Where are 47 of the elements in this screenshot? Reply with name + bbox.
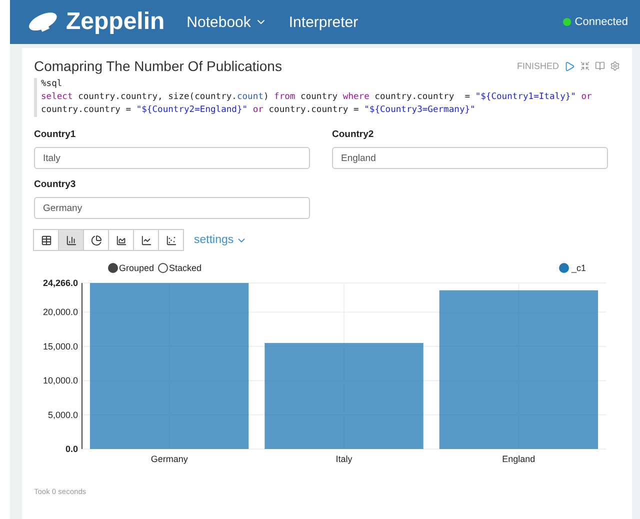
book-icon[interactable] — [595, 61, 605, 71]
chart-type-button[interactable] — [83, 229, 109, 251]
table-chart-icon — [40, 234, 52, 246]
run-status: FINISHED — [516, 61, 559, 71]
pie-chart-icon — [90, 234, 102, 246]
line-chart-icon — [140, 234, 152, 246]
axis-tick-label: 20,000.0 — [42, 307, 78, 318]
nav-menu-item[interactable]: Notebook — [186, 14, 267, 30]
axis-tick-label: 5,000.0 — [48, 410, 78, 420]
code-line: country.country = "${Country2=England}" or country.country = "${Country3=Germany}" — [41, 104, 476, 117]
radio-label: Stacked — [169, 263, 202, 273]
radio-label: Grouped — [119, 263, 154, 273]
axis-tick-label: 15,000.0 — [42, 341, 78, 352]
code-line: %sql — [41, 78, 62, 91]
text-input[interactable]: Italy — [34, 147, 310, 169]
field-label: Country1 — [34, 129, 77, 140]
axis-tick-label: 0.0 — [65, 444, 78, 454]
settings-icon[interactable] — [610, 61, 620, 71]
text-input[interactable]: England — [332, 147, 608, 169]
chart-type-button[interactable] — [158, 229, 184, 251]
brand-logo-text[interactable]: Zeppelin — [66, 8, 165, 36]
chart-type-button[interactable] — [33, 229, 59, 251]
chart-type-button[interactable] — [58, 229, 84, 251]
radio-button[interactable] — [108, 263, 118, 273]
run-icon[interactable] — [564, 60, 575, 72]
area-chart-icon — [116, 234, 126, 246]
nav-menu-item[interactable]: Interpreter — [288, 14, 358, 30]
axis-category-label: England — [502, 454, 536, 464]
axis-category-label: Germany — [150, 454, 188, 464]
chart-type-button[interactable] — [108, 229, 134, 251]
axis-tick-label: 10,000.0 — [42, 376, 78, 386]
axis-tick-label: 24,266.0 — [42, 278, 78, 288]
connection-status: Connected — [562, 16, 628, 28]
text-input[interactable]: Germany — [34, 197, 310, 219]
radio-button[interactable] — [158, 263, 168, 273]
legend-dot[interactable] — [559, 263, 570, 273]
axis-category-label: Italy — [336, 454, 352, 464]
legend-label: _c1 — [571, 263, 586, 273]
collapse-icon[interactable] — [580, 61, 590, 71]
scatter-chart-icon — [166, 234, 176, 246]
field-label: Country2 — [332, 129, 375, 140]
code-line: select country.country, size(country.count) from country where country.country = "${Country1=Italy}" or — [41, 91, 592, 104]
field-label: Country3 — [34, 179, 77, 190]
paragraph-title: Comapring The Number Of Publications — [34, 58, 282, 74]
bar-chart-icon — [66, 234, 76, 246]
code-editor[interactable]: %sql select country.country, size(country.count) from country where country.country = "${Country1=Italy}" or country.country = "${Country2=England}" or country.country = "${Country3=Germany}" — [34, 78, 620, 117]
chart-type-button[interactable] — [133, 229, 159, 251]
